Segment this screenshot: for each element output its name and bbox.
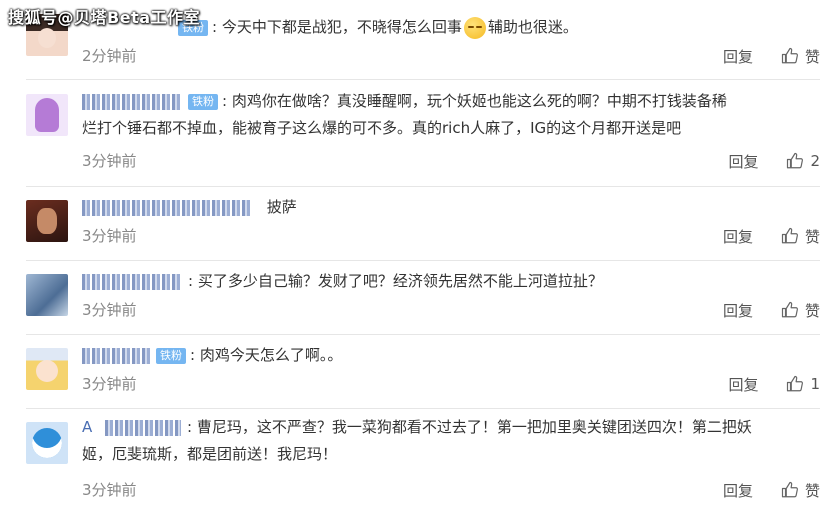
watermark: 搜狐号@贝塔Beta工作室 [8,8,200,27]
comment-text: 今天中下都是战犯，不晓得怎么回事 [221,18,462,36]
thumbs-up-icon [781,227,798,244]
reply-button[interactable]: 回复 [723,46,753,67]
comment-item: 披萨 3分钟前 回复 赞 [26,187,820,261]
comment-time: 3分钟前 [82,227,137,245]
comment-text-line2: 姬，厄斐琉斯，都是团前送！我尼玛！ [82,445,338,463]
thumbs-up-icon [781,47,798,64]
like-button[interactable]: 赞 [781,300,820,321]
reply-button[interactable]: 回复 [728,151,758,172]
thumbs-up-icon [781,301,798,318]
comment-text: 肉鸡今天怎么了啊。。 [199,346,343,364]
reply-button[interactable]: 回复 [728,374,758,395]
comment-item: : 买了多少自己输？发财了吧？经济领先居然不能上河道拉扯？ 3分钟前 回复 赞 [26,261,820,335]
reply-button[interactable]: 回复 [723,226,753,247]
username-prefix[interactable]: A [82,418,92,436]
like-button[interactable]: 1 [786,375,820,393]
comment-item: 铁粉: 肉鸡你在做啥？真没睡醒啊，玩个妖姬也能这么死的啊？中期不打钱装备稀 烂打… [26,80,820,187]
comment-text: 买了多少自己输？发财了吧？经济领先居然不能上河道拉扯？ [197,272,603,290]
like-button[interactable]: 赞 [781,226,820,247]
comment-text: 肉鸡你在做啥？真没睡醒啊，玩个妖姬也能这么死的啊？中期不打钱装备稀 [231,92,727,110]
like-label: 赞 [804,47,820,66]
username-blurred[interactable] [82,199,250,216]
like-label: 赞 [804,227,820,246]
like-label: 赞 [804,481,820,500]
comment-item: 铁粉: 肉鸡今天怎么了啊。。 3分钟前 回复 1 [26,335,820,409]
comment-time: 3分钟前 [82,375,137,393]
like-button[interactable]: 2 [786,152,820,170]
comment-time: 3分钟前 [82,152,137,170]
like-button[interactable]: 赞 [781,46,820,67]
thumbs-up-icon [781,481,798,498]
sleepy-face-emoji [463,16,486,39]
comment-time: 3分钟前 [82,301,137,319]
avatar[interactable] [26,200,68,242]
avatar[interactable] [26,422,68,464]
like-count: 1 [810,375,820,393]
comment-text: 披萨 [266,198,297,216]
like-count: 2 [810,152,820,170]
fan-badge: 铁粉 [156,347,186,364]
comment-text-cont: 辅助也很迷。 [487,18,578,36]
thumbs-up-icon [787,152,804,169]
comment-text-line2: 烂打个锤石都不掉血，能被育子这么爆的可不多。真的rich人麻了，IG的这个月都开… [82,119,682,137]
username-blurred[interactable] [105,419,182,436]
reply-button[interactable]: 回复 [723,300,753,321]
avatar[interactable] [26,274,68,316]
like-button[interactable]: 赞 [781,480,820,501]
reply-button[interactable]: 回复 [723,480,753,501]
avatar[interactable] [26,348,68,390]
username-blurred[interactable] [82,273,182,290]
fan-badge: 铁粉 [188,93,218,110]
avatar[interactable] [26,94,68,136]
like-label: 赞 [804,301,820,320]
comment-time: 2分钟前 [82,47,137,65]
comment-text: 曹尼玛，这不严查？我一菜狗都看不过去了！第一把加里奥关键团送四次！第二把妖 [196,418,752,436]
thumbs-up-icon [787,375,804,392]
comment-item: A : 曹尼玛，这不严查？我一菜狗都看不过去了！第一把加里奥关键团送四次！第二把… [26,409,820,514]
username-blurred[interactable] [82,347,150,364]
comment-time: 3分钟前 [82,481,137,499]
username-blurred[interactable] [82,93,182,110]
